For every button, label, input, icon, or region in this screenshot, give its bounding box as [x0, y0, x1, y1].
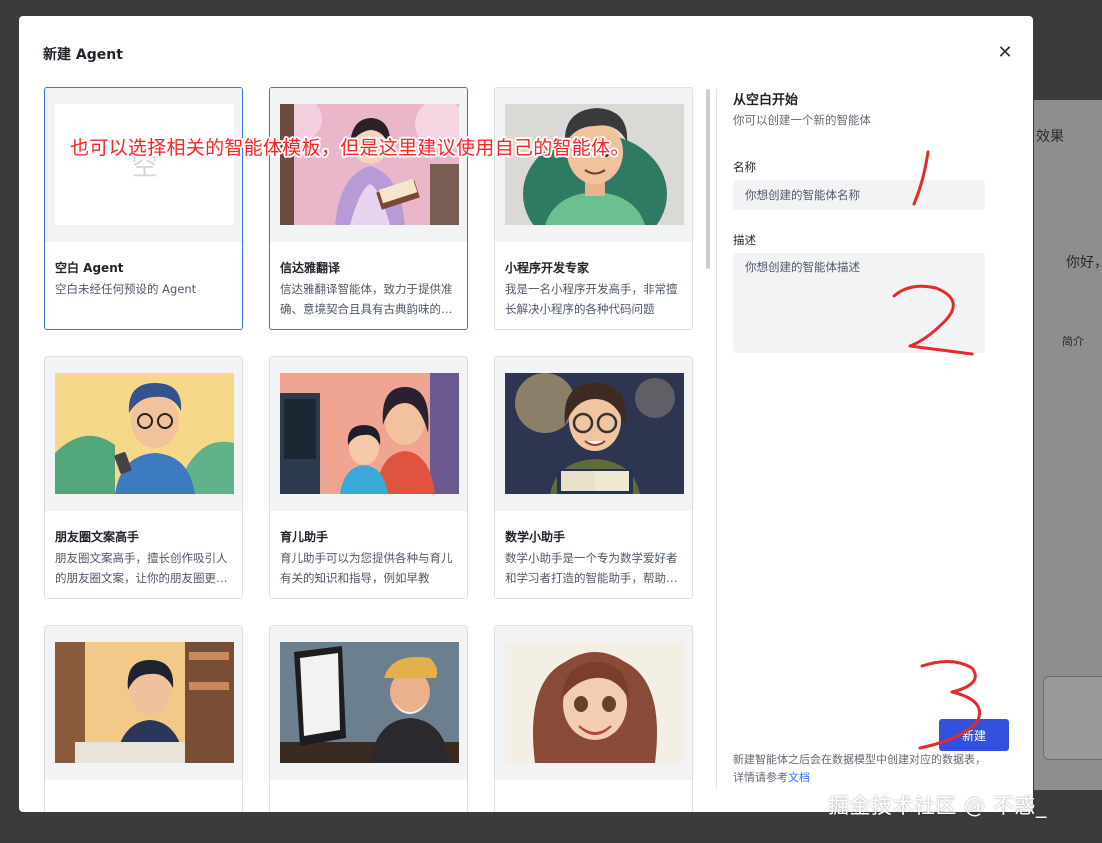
card-description: 空白未经任何预设的 Agent	[55, 282, 197, 296]
card-title: 信达雅翻译	[280, 261, 341, 275]
background-text-hello: 你好，	[1066, 255, 1102, 271]
old-man-computer-illustration	[280, 642, 459, 763]
card-image-area	[495, 88, 692, 242]
modal-title: 新建 Agent	[43, 47, 123, 63]
template-grid: 空 空白 Agent 空白未经任何预设的 Agent 信达雅翻译 信达雅翻译智能…	[44, 87, 704, 812]
footnote-text: 新建智能体之后会在数据模型中创建对应的数据表，详情请参考	[733, 753, 986, 784]
docs-link[interactable]: 文档	[788, 771, 810, 784]
boy-studying-illustration	[55, 642, 234, 763]
card-image-area	[45, 357, 242, 511]
card-image-area	[495, 357, 692, 511]
card-description: 数学小助手是一个专为数学爱好者和学习者打造的智能助手，帮助解题	[505, 551, 678, 585]
template-card-miniapp-expert[interactable]: 小程序开发专家 我是一名小程序开发高手，非常擅长解决小程序的各种代码问题	[494, 87, 693, 330]
template-card-translator[interactable]: 信达雅翻译 信达雅翻译智能体，致力于提供准确、意境契合且具有古典韵味的翻译	[269, 87, 468, 330]
template-card-row3-2[interactable]	[269, 625, 468, 812]
card-title: 数学小助手	[505, 530, 566, 544]
panel-title: 从空白开始	[733, 93, 799, 108]
template-card-blank[interactable]: 空 空白 Agent 空白未经任何预设的 Agent	[44, 87, 243, 330]
card-title: 小程序开发专家	[505, 261, 590, 275]
woman-reading-illustration	[280, 104, 459, 225]
template-grid-scrollbar[interactable]	[706, 89, 710, 269]
girl-with-book-illustration	[505, 373, 684, 494]
woman-smiling-illustration	[505, 642, 684, 763]
template-card-moments-copywriter[interactable]: 朋友圈文案高手 朋友圈文案高手，擅长创作吸引人的朋友圈文案，让你的朋友圈更精彩	[44, 356, 243, 599]
close-icon[interactable]: ✕	[994, 42, 1016, 64]
card-description: 朋友圈文案高手，擅长创作吸引人的朋友圈文案，让你的朋友圈更精彩	[55, 551, 228, 585]
name-label: 名称	[733, 160, 756, 174]
template-card-row3-1[interactable]	[44, 625, 243, 812]
watermark: 掘金技术社区 @ 不惑_	[828, 794, 1047, 818]
card-image-area	[495, 626, 692, 780]
create-button[interactable]: 新建	[939, 719, 1009, 751]
card-description: 我是一名小程序开发高手，非常擅长解决小程序的各种代码问题	[505, 282, 678, 316]
background-text-intro: 简介	[1062, 335, 1084, 348]
card-title: 育儿助手	[280, 530, 329, 544]
card-image-area: 空	[45, 88, 242, 242]
description-label: 描述	[733, 233, 756, 247]
card-description: 信达雅翻译智能体，致力于提供准确、意境契合且具有古典韵味的翻译	[280, 282, 453, 316]
agent-name-input[interactable]	[733, 180, 985, 210]
agent-description-input[interactable]	[733, 253, 985, 353]
card-image-area	[270, 357, 467, 511]
card-image-area	[270, 88, 467, 242]
young-man-illustration	[505, 104, 684, 225]
card-image-area	[270, 626, 467, 780]
man-with-phone-illustration	[55, 373, 234, 494]
blank-image: 空	[55, 104, 234, 225]
annotation-text: 也可以选择相关的智能体模板，但是这里建议使用自己的智能体。	[70, 137, 630, 159]
mother-child-illustration	[280, 373, 459, 494]
card-description: 育儿助手可以为您提供各种与育儿有关的知识和指导，例如早教	[280, 551, 453, 585]
panel-subtitle: 你可以创建一个新的智能体	[733, 113, 871, 127]
card-image-area	[45, 626, 242, 780]
background-text-effect: 效果	[1036, 129, 1064, 145]
panel-divider	[716, 89, 717, 789]
template-card-row3-3[interactable]	[494, 625, 693, 812]
template-card-math-helper[interactable]: 数学小助手 数学小助手是一个专为数学爱好者和学习者打造的智能助手，帮助解题	[494, 356, 693, 599]
footnote: 新建智能体之后会在数据模型中创建对应的数据表，详情请参考文档	[733, 751, 991, 787]
card-title: 朋友圈文案高手	[55, 530, 140, 544]
card-title: 空白 Agent	[55, 261, 124, 275]
template-card-parenting-assistant[interactable]: 育儿助手 育儿助手可以为您提供各种与育儿有关的知识和指导，例如早教	[269, 356, 468, 599]
background-input-box	[1043, 676, 1102, 760]
